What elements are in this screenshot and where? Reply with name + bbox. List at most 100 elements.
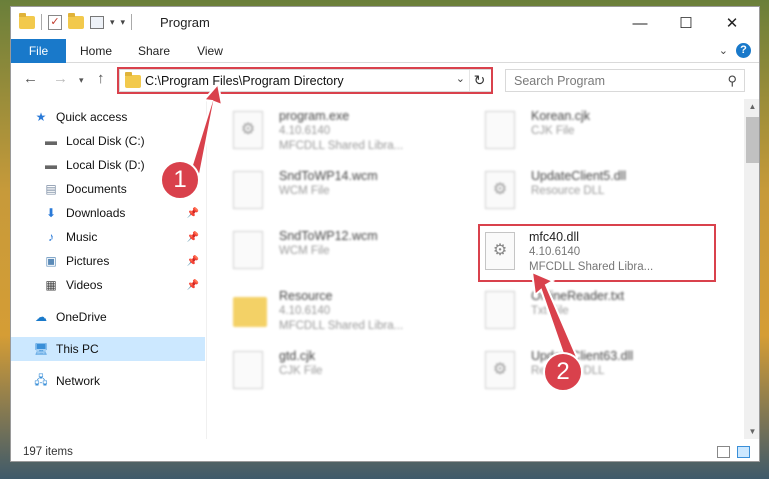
sidebar-item-pictures[interactable]: ▣ Pictures 📌 — [11, 249, 205, 273]
file-item[interactable]: gtd.cjk CJK File — [229, 347, 459, 403]
sidebar-item-music[interactable]: ♪ Music 📌 — [11, 225, 205, 249]
recent-locations-icon[interactable]: ▾ — [79, 75, 84, 86]
sidebar-item-label: Local Disk (D:) — [66, 158, 145, 172]
file-version: 4.10.6140 — [279, 125, 331, 137]
pictures-icon: ▣ — [45, 254, 57, 268]
file-name: UpdateClient5.dll — [531, 169, 627, 183]
help-icon[interactable]: ? — [736, 43, 751, 58]
file-name: gtd.cjk — [279, 349, 316, 363]
file-description: MFCDLL Shared Libra... — [279, 320, 404, 332]
file-version: 4.10.6140 — [279, 305, 331, 317]
sidebar-item-network[interactable]: 🖧 Network — [11, 369, 205, 393]
drive-icon: ▬ — [45, 158, 57, 172]
callout-badge-1: 1 — [160, 160, 200, 200]
sidebar-item-videos[interactable]: ▦ Videos 📌 — [11, 273, 205, 297]
folder-icon — [233, 297, 267, 327]
address-highlight-box — [117, 67, 493, 94]
sidebar-item-label: Downloads — [66, 206, 126, 220]
sidebar-item-label: Documents — [66, 182, 127, 196]
tab-home[interactable]: Home — [73, 39, 119, 63]
scrollbar-thumb[interactable] — [746, 117, 759, 163]
file-item[interactable]: Resource 4.10.6140 MFCDLL Shared Libra..… — [229, 287, 459, 343]
tab-view[interactable]: View — [187, 39, 233, 63]
sidebar-item-onedrive[interactable]: ☁ OneDrive — [11, 305, 205, 329]
details-view-icon[interactable] — [717, 446, 730, 458]
file-item[interactable]: SndToWP12.wcm WCM File — [229, 227, 459, 283]
vertical-scrollbar[interactable]: ▲ ▼ — [744, 99, 759, 439]
large-icons-view-icon[interactable] — [737, 446, 750, 458]
file-name: SndToWP14.wcm — [279, 169, 378, 183]
file-type: CJK File — [279, 365, 323, 377]
navigation-bar: ← → ▾ ↑ C:\Program Files\Program Directo… — [11, 64, 759, 96]
navigation-pane: ★ Quick access ▬ Local Disk (C:) ▬ Local… — [11, 99, 207, 439]
file-type: Txt File — [531, 305, 569, 317]
dll-file-icon: ⚙ — [485, 171, 515, 209]
sidebar-item-this-pc[interactable]: 🖥 This PC — [11, 337, 205, 361]
ribbon-tabs: File Home Share View ⌄ ? — [11, 39, 759, 63]
title-bar: ✓ ▾ ▾ Program — ☐ ✕ — [11, 7, 759, 39]
file-item[interactable]: Korean.cjk CJK File — [481, 107, 711, 163]
file-name: SndToWP12.wcm — [279, 229, 378, 243]
file-name: Resource — [279, 289, 333, 303]
videos-icon: ▦ — [45, 278, 57, 292]
file-item[interactable]: SndToWP14.wcm WCM File — [229, 167, 459, 223]
sidebar-item-label: This PC — [56, 342, 99, 356]
file-icon — [233, 171, 263, 209]
up-arrow-icon[interactable]: ↑ — [97, 70, 105, 87]
sidebar-item-downloads[interactable]: ⬇ Downloads 📌 — [11, 201, 205, 225]
expand-ribbon-icon[interactable]: ⌄ — [719, 44, 728, 57]
file-name: program.exe — [279, 109, 350, 123]
callout-badge-2: 2 — [543, 352, 583, 392]
exe-file-icon: ⚙ — [233, 111, 263, 149]
scroll-down-icon[interactable]: ▼ — [744, 427, 759, 436]
properties-check-icon[interactable]: ✓ — [48, 14, 62, 30]
download-icon: ⬇ — [45, 206, 57, 220]
file-name: Korean.cjk — [531, 109, 591, 123]
maximize-button[interactable]: ☐ — [663, 7, 709, 39]
view-properties-icon[interactable] — [90, 15, 104, 29]
minimize-button[interactable]: — — [617, 7, 663, 39]
search-input[interactable]: Search Program ⚲ — [505, 69, 745, 92]
sidebar-item-label: Videos — [66, 278, 103, 292]
file-type: WCM File — [279, 245, 330, 257]
drive-icon: ▬ — [45, 134, 57, 148]
scroll-up-icon[interactable]: ▲ — [744, 102, 759, 111]
search-icon[interactable]: ⚲ — [727, 73, 737, 89]
customize-toolbar-icon[interactable]: ▾ — [121, 17, 126, 28]
file-item[interactable]: ⚙ program.exe 4.10.6140 MFCDLL Shared Li… — [229, 107, 459, 163]
divider — [41, 14, 42, 30]
file-highlight-box — [478, 224, 716, 282]
status-bar: 197 items — [11, 443, 759, 461]
pin-icon[interactable]: 📌 — [187, 232, 199, 243]
new-folder-icon[interactable] — [68, 12, 84, 29]
file-explorer-window: ✓ ▾ ▾ Program — ☐ ✕ File Home Share View… — [10, 6, 760, 462]
close-button[interactable]: ✕ — [709, 7, 755, 39]
file-item[interactable]: ⚙ UpdateClient63.dll Resource DLL — [481, 347, 711, 403]
file-icon — [233, 351, 263, 389]
sidebar-item-local-disk-c[interactable]: ▬ Local Disk (C:) — [11, 129, 205, 153]
forward-arrow-icon[interactable]: → — [53, 70, 68, 87]
file-type: CJK File — [531, 125, 575, 137]
back-arrow-icon[interactable]: ← — [23, 70, 38, 87]
search-placeholder: Search Program — [514, 74, 606, 88]
sidebar-item-label: Local Disk (C:) — [66, 134, 145, 148]
file-item[interactable]: ⚙ UpdateClient5.dll Resource DLL — [481, 167, 711, 223]
pin-icon[interactable]: 📌 — [187, 208, 199, 219]
sidebar-item-label: Network — [56, 374, 101, 388]
file-icon — [485, 111, 515, 149]
computer-icon: 🖥 — [33, 342, 49, 356]
star-icon: ★ — [35, 110, 47, 124]
folder-icon — [19, 12, 35, 29]
documents-icon: ▤ — [45, 182, 57, 196]
network-icon: 🖧 — [34, 372, 48, 387]
pin-icon[interactable]: 📌 — [187, 280, 199, 291]
pin-icon[interactable]: 📌 — [187, 256, 199, 267]
file-description: MFCDLL Shared Libra... — [279, 140, 404, 152]
tab-file[interactable]: File — [11, 39, 66, 63]
sidebar-item-quick-access[interactable]: ★ Quick access — [11, 105, 205, 129]
chevron-down-icon[interactable]: ▾ — [110, 17, 115, 28]
tab-share[interactable]: Share — [131, 39, 177, 63]
file-type: WCM File — [279, 185, 330, 197]
file-item[interactable]: OnlineReader.txt Txt File — [481, 287, 711, 343]
sidebar-item-label: Pictures — [66, 254, 110, 268]
